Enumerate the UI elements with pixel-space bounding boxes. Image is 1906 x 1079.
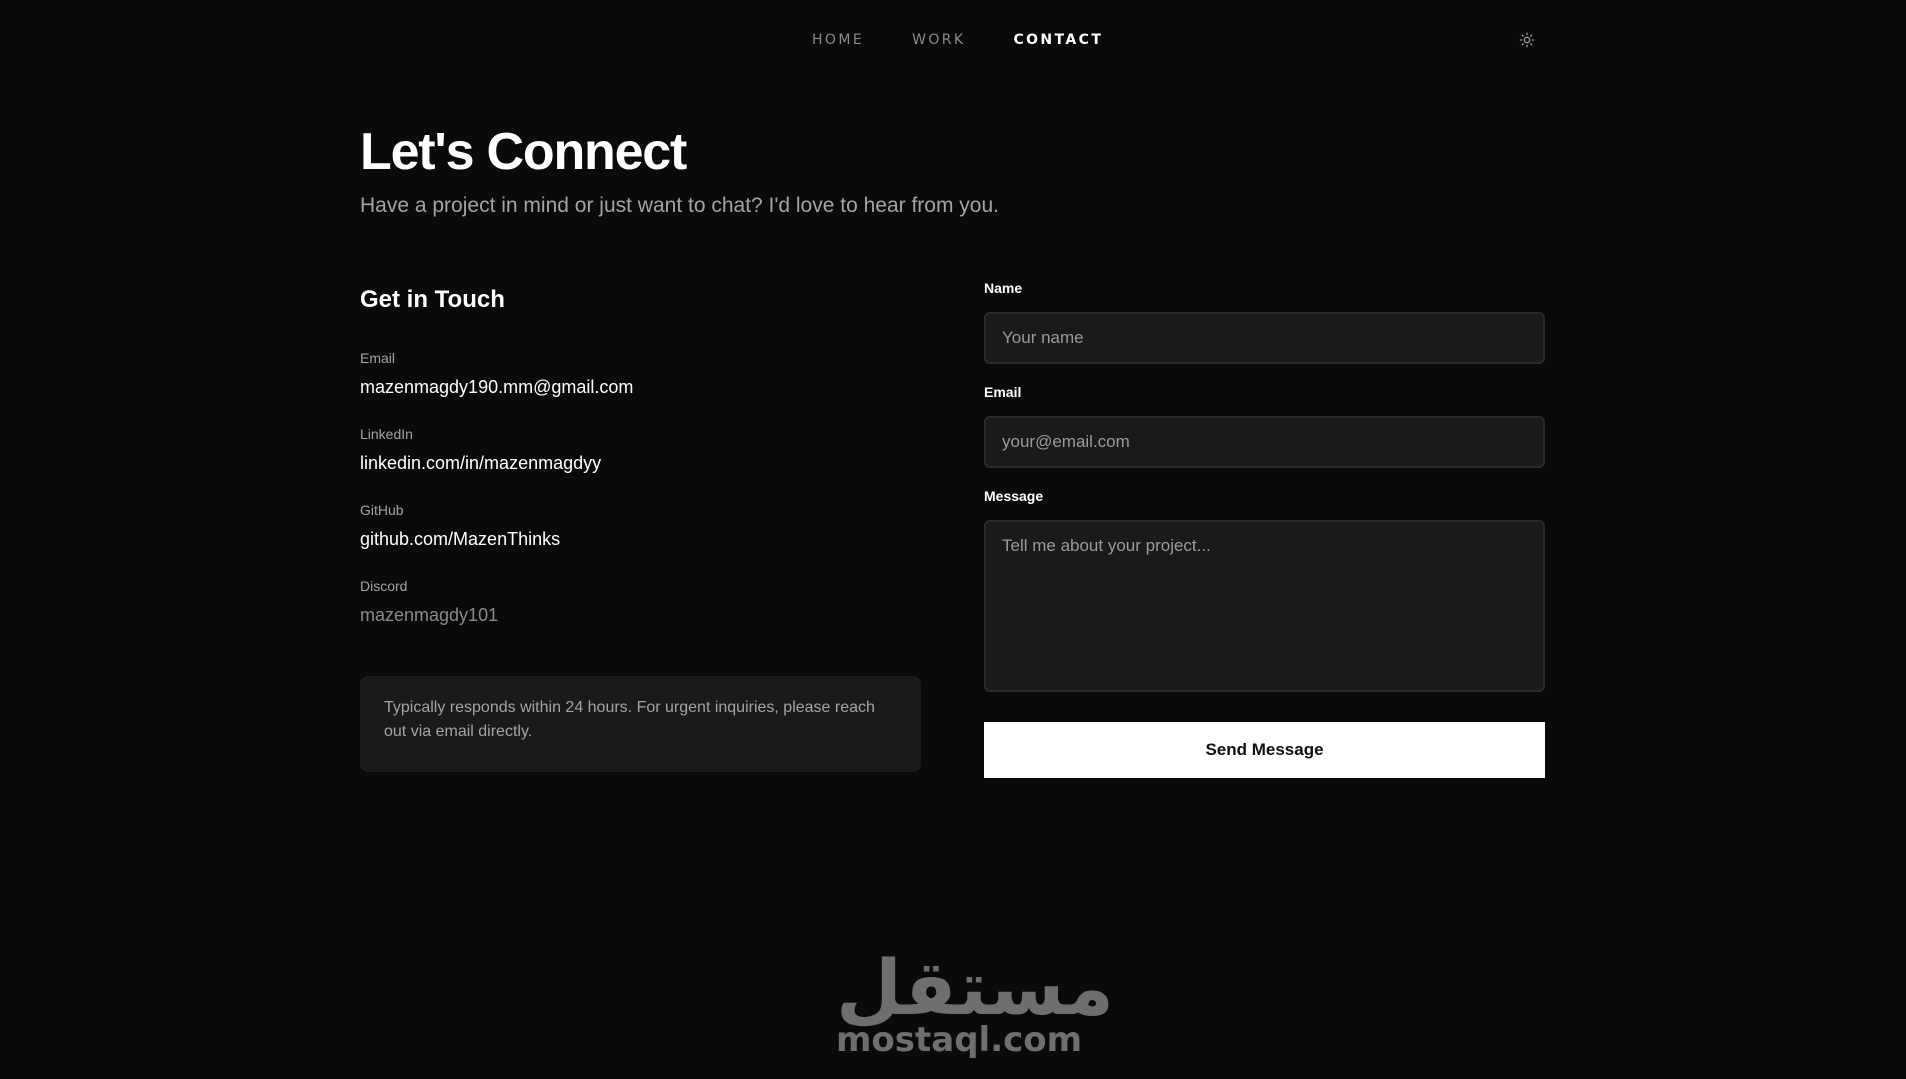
top-nav: HOME WORK CONTACT: [0, 28, 1906, 52]
watermark-arabic-text: مستقل: [836, 943, 1114, 1032]
contact-page: HOME WORK CONTACT Let's Connect Have a p…: [0, 0, 1906, 1079]
send-message-button[interactable]: Send Message: [984, 722, 1545, 778]
contact-label: Email: [360, 350, 396, 366]
contact-item-linkedin: LinkedIn linkedin.com/in/mazenmagdyy: [360, 424, 601, 478]
name-input[interactable]: [984, 312, 1545, 364]
email-link[interactable]: mazenmagdy190.mm@gmail.com: [360, 372, 633, 402]
name-label: Name: [984, 280, 1023, 296]
email-label: Email: [984, 384, 1022, 400]
nav-links: HOME WORK CONTACT: [812, 28, 1151, 52]
nav-home-link[interactable]: HOME: [812, 28, 864, 52]
discord-handle: mazenmagdy101: [360, 605, 499, 625]
page-title: Let's Connect: [360, 123, 687, 181]
message-textarea[interactable]: [984, 520, 1545, 692]
mostaql-watermark-logo: مستقل mostaql.com: [836, 943, 1114, 1061]
theme-toggle-button[interactable]: [1515, 28, 1539, 52]
contact-item-discord: Discord mazenmagdy101: [360, 576, 498, 630]
email-input[interactable]: [984, 416, 1545, 468]
nav-work-link[interactable]: WORK: [912, 28, 965, 52]
contact-label: LinkedIn: [360, 426, 413, 442]
contact-info-title: Get in Touch: [360, 286, 505, 313]
page-subtitle: Have a project in mind or just want to c…: [360, 194, 999, 217]
contact-item-email: Email mazenmagdy190.mm@gmail.com: [360, 348, 633, 402]
contact-item-github: GitHub github.com/MazenThinks: [360, 500, 560, 554]
linkedin-link[interactable]: linkedin.com/in/mazenmagdyy: [360, 448, 601, 478]
message-label: Message: [984, 488, 1044, 504]
response-time-note: Typically responds within 24 hours. For …: [360, 676, 921, 772]
contact-label: GitHub: [360, 502, 404, 518]
contact-label: Discord: [360, 578, 408, 594]
github-link[interactable]: github.com/MazenThinks: [360, 524, 560, 554]
sun-icon: [1519, 32, 1535, 48]
watermark-latin-text: mostaql.com: [836, 1020, 1083, 1060]
contact-info-section: Get in Touch Email mazenmagdy190.mm@gmai…: [360, 280, 921, 772]
nav-contact-link[interactable]: CONTACT: [1013, 28, 1103, 52]
